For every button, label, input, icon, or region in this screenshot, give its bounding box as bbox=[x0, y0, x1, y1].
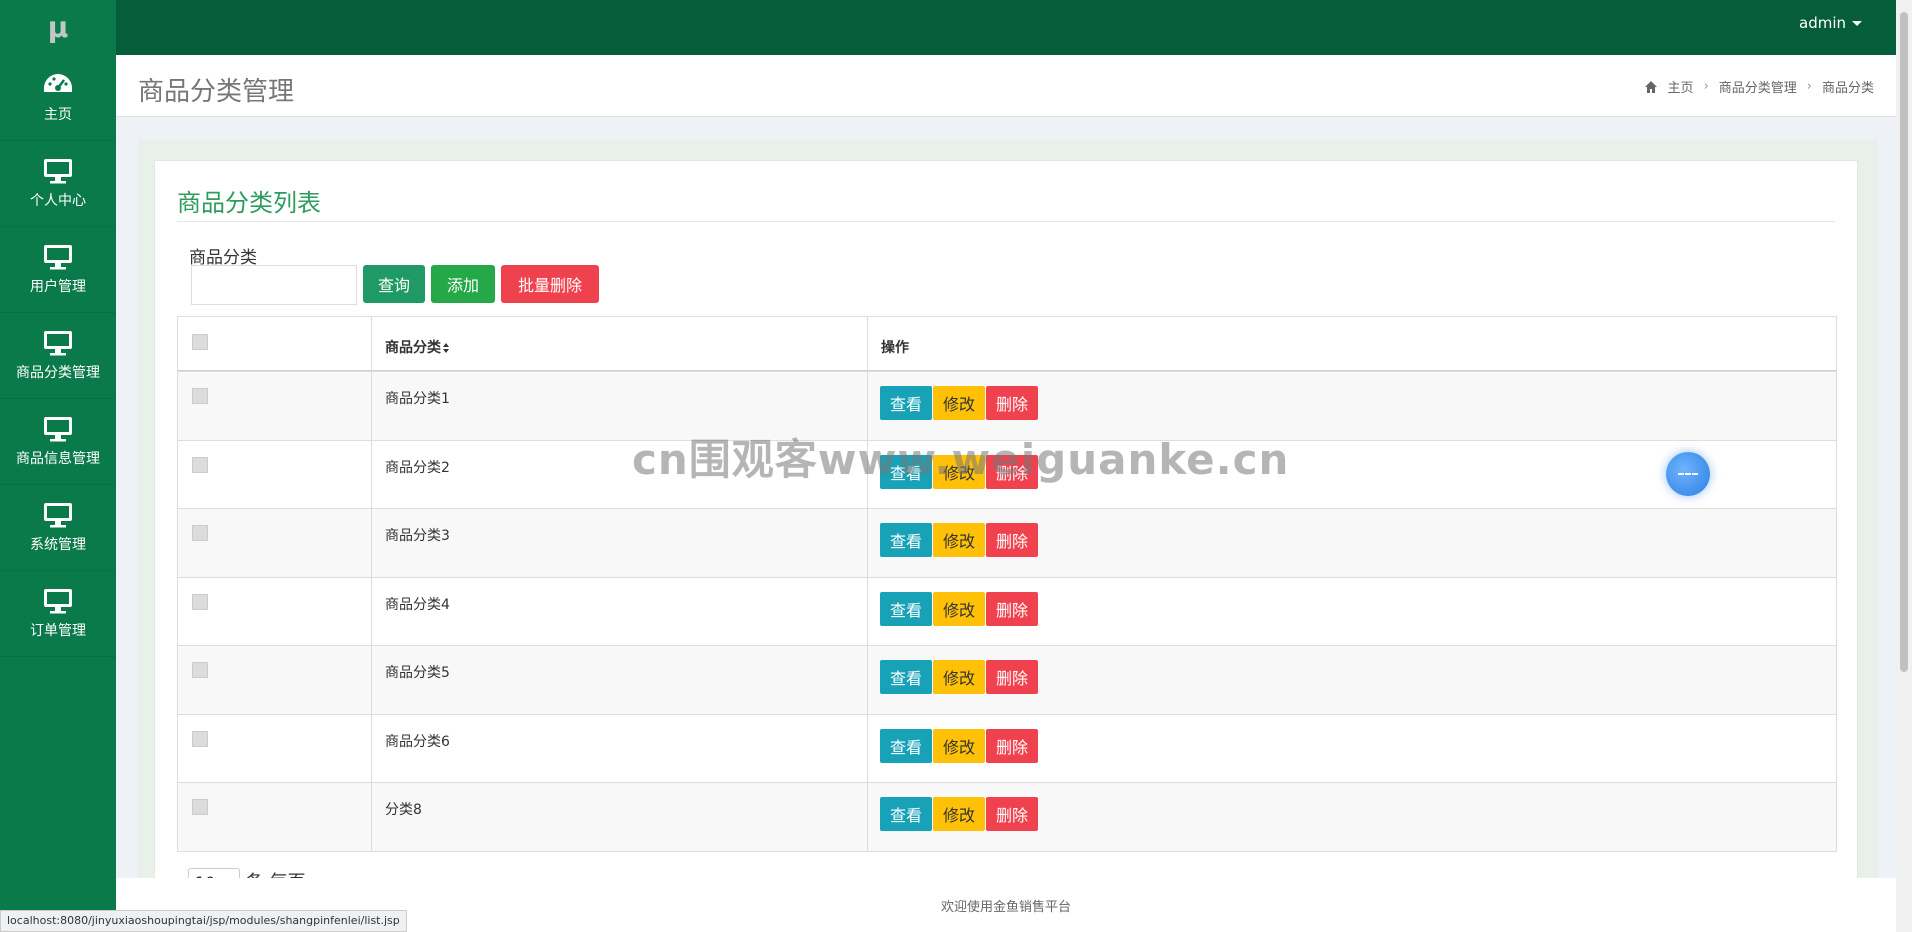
sidebar-item-label: 系统管理 bbox=[30, 536, 86, 553]
logo: μ bbox=[0, 0, 116, 55]
username: admin bbox=[1799, 14, 1846, 32]
delete-button[interactable]: 删除 bbox=[986, 386, 1039, 420]
page-title: 商品分类管理 bbox=[138, 77, 295, 107]
delete-button[interactable]: 删除 bbox=[986, 660, 1039, 694]
breadcrumb: 主页 › 商品分类管理 › 商品分类 bbox=[1644, 77, 1874, 96]
scrollbar-thumb[interactable] bbox=[1900, 12, 1908, 672]
sidebar-item-label: 商品分类管理 bbox=[16, 364, 100, 381]
table-row: 分类8 查看 修改 删除 bbox=[178, 782, 1836, 851]
sidebar: μ 主页 个人中心 用户管理 商品分类管理 商品信息管理 系统管理 订单管理 bbox=[0, 0, 116, 932]
category-search-input[interactable] bbox=[191, 265, 357, 305]
monitor-icon bbox=[44, 416, 72, 441]
category-name: 商品分类5 bbox=[385, 665, 450, 681]
view-button[interactable]: 查看 bbox=[880, 591, 933, 626]
edit-button[interactable]: 修改 bbox=[933, 591, 986, 626]
header-cell-actions: 操作 bbox=[868, 317, 1836, 370]
watermark: cn围观客www.weiguanke.cn bbox=[632, 435, 1290, 484]
edit-button[interactable]: 修改 bbox=[933, 728, 986, 763]
chevron-right-icon: › bbox=[1703, 79, 1709, 94]
sidebar-item-label: 个人中心 bbox=[30, 192, 86, 209]
view-button[interactable]: 查看 bbox=[880, 728, 933, 763]
sidebar-item-system-management[interactable]: 系统管理 bbox=[0, 485, 116, 571]
sidebar-item-label: 用户管理 bbox=[30, 278, 86, 295]
page-scrollbar[interactable] bbox=[1896, 0, 1912, 932]
sidebar-item-label: 商品信息管理 bbox=[16, 450, 100, 467]
dashboard-icon bbox=[44, 73, 72, 92]
sidebar-item-label: 主页 bbox=[44, 106, 72, 123]
table-row: 商品分类4 查看 修改 删除 bbox=[178, 576, 1836, 645]
category-name: 商品分类6 bbox=[385, 733, 450, 750]
chevron-right-icon: › bbox=[1806, 79, 1812, 94]
list-panel: 商品分类列表 商品分类 查询 添加 批量删除 商品分类 操作 商品分类1 查看 … bbox=[154, 160, 1858, 920]
user-menu[interactable]: admin bbox=[1799, 14, 1862, 32]
edit-button[interactable]: 修改 bbox=[933, 797, 986, 831]
content-area: 商品分类列表 商品分类 查询 添加 批量删除 商品分类 操作 商品分类1 查看 … bbox=[138, 140, 1878, 920]
floating-assistant-button[interactable] bbox=[1666, 452, 1710, 496]
edit-button[interactable]: 修改 bbox=[933, 386, 986, 420]
delete-button[interactable]: 删除 bbox=[986, 728, 1039, 763]
category-name: 商品分类3 bbox=[385, 528, 450, 544]
status-bar-url: localhost:8080/jinyuxiaoshoupingtai/jsp/… bbox=[0, 910, 407, 932]
category-name: 商品分类4 bbox=[385, 596, 450, 613]
row-checkbox[interactable] bbox=[192, 388, 208, 404]
topbar: admin bbox=[116, 0, 1896, 55]
category-name: 分类8 bbox=[385, 802, 422, 818]
sort-icon bbox=[443, 343, 449, 353]
monitor-icon bbox=[44, 158, 72, 183]
delete-button[interactable]: 删除 bbox=[986, 591, 1039, 626]
view-button[interactable]: 查看 bbox=[880, 660, 933, 694]
table-header-row: 商品分类 操作 bbox=[178, 317, 1836, 371]
select-all-checkbox[interactable] bbox=[192, 334, 208, 350]
column-header-category[interactable]: 商品分类 bbox=[385, 337, 450, 357]
add-button[interactable]: 添加 bbox=[431, 265, 495, 303]
sidebar-item-user-management[interactable]: 用户管理 bbox=[0, 227, 116, 313]
table-row: 商品分类6 查看 修改 删除 bbox=[178, 713, 1836, 782]
header-cell-select bbox=[178, 317, 372, 370]
sidebar-item-personal-center[interactable]: 个人中心 bbox=[0, 141, 116, 227]
monitor-icon bbox=[44, 502, 72, 527]
category-name: 商品分类2 bbox=[385, 459, 450, 476]
caret-down-icon bbox=[1852, 21, 1862, 26]
sidebar-item-label: 订单管理 bbox=[30, 622, 86, 639]
monitor-icon bbox=[44, 588, 72, 613]
view-button[interactable]: 查看 bbox=[880, 523, 933, 557]
delete-button[interactable]: 删除 bbox=[986, 523, 1039, 557]
row-checkbox[interactable] bbox=[192, 799, 208, 815]
table-row: 商品分类3 查看 修改 删除 bbox=[178, 508, 1836, 577]
row-checkbox[interactable] bbox=[192, 525, 208, 541]
monitor-icon bbox=[44, 330, 72, 355]
bulk-delete-button[interactable]: 批量删除 bbox=[501, 265, 599, 303]
monitor-icon bbox=[44, 244, 72, 269]
breadcrumb-home[interactable]: 主页 bbox=[1668, 77, 1694, 96]
edit-button[interactable]: 修改 bbox=[933, 660, 986, 694]
column-header-actions: 操作 bbox=[881, 340, 909, 356]
row-checkbox[interactable] bbox=[192, 730, 208, 747]
query-button[interactable]: 查询 bbox=[363, 265, 425, 303]
breadcrumb-category-management[interactable]: 商品分类管理 bbox=[1719, 77, 1797, 96]
view-button[interactable]: 查看 bbox=[880, 386, 933, 420]
row-checkbox[interactable] bbox=[192, 456, 208, 473]
sidebar-item-category-management[interactable]: 商品分类管理 bbox=[0, 313, 116, 399]
row-checkbox[interactable] bbox=[192, 662, 208, 678]
edit-button[interactable]: 修改 bbox=[933, 523, 986, 557]
breadcrumb-current: 商品分类 bbox=[1821, 81, 1874, 96]
home-icon bbox=[1644, 80, 1657, 93]
delete-button[interactable]: 删除 bbox=[986, 797, 1039, 831]
sidebar-item-order-management[interactable]: 订单管理 bbox=[0, 571, 116, 657]
sidebar-item-product-management[interactable]: 商品信息管理 bbox=[0, 399, 116, 485]
page-header: 商品分类管理 主页 › 商品分类管理 › 商品分类 bbox=[116, 55, 1896, 117]
view-button[interactable]: 查看 bbox=[880, 797, 933, 831]
divider bbox=[177, 221, 1835, 222]
panel-title: 商品分类列表 bbox=[177, 189, 321, 217]
category-name: 商品分类1 bbox=[385, 391, 450, 407]
row-checkbox[interactable] bbox=[192, 593, 208, 610]
dash-icon bbox=[1678, 473, 1698, 475]
category-table: 商品分类 操作 商品分类1 查看 修改 删除 商品分类2 查看 修改 删除 商品… bbox=[177, 316, 1837, 852]
table-row: 商品分类5 查看 修改 删除 bbox=[178, 645, 1836, 714]
header-cell-category[interactable]: 商品分类 bbox=[372, 317, 868, 370]
sidebar-item-home[interactable]: 主页 bbox=[0, 55, 116, 141]
